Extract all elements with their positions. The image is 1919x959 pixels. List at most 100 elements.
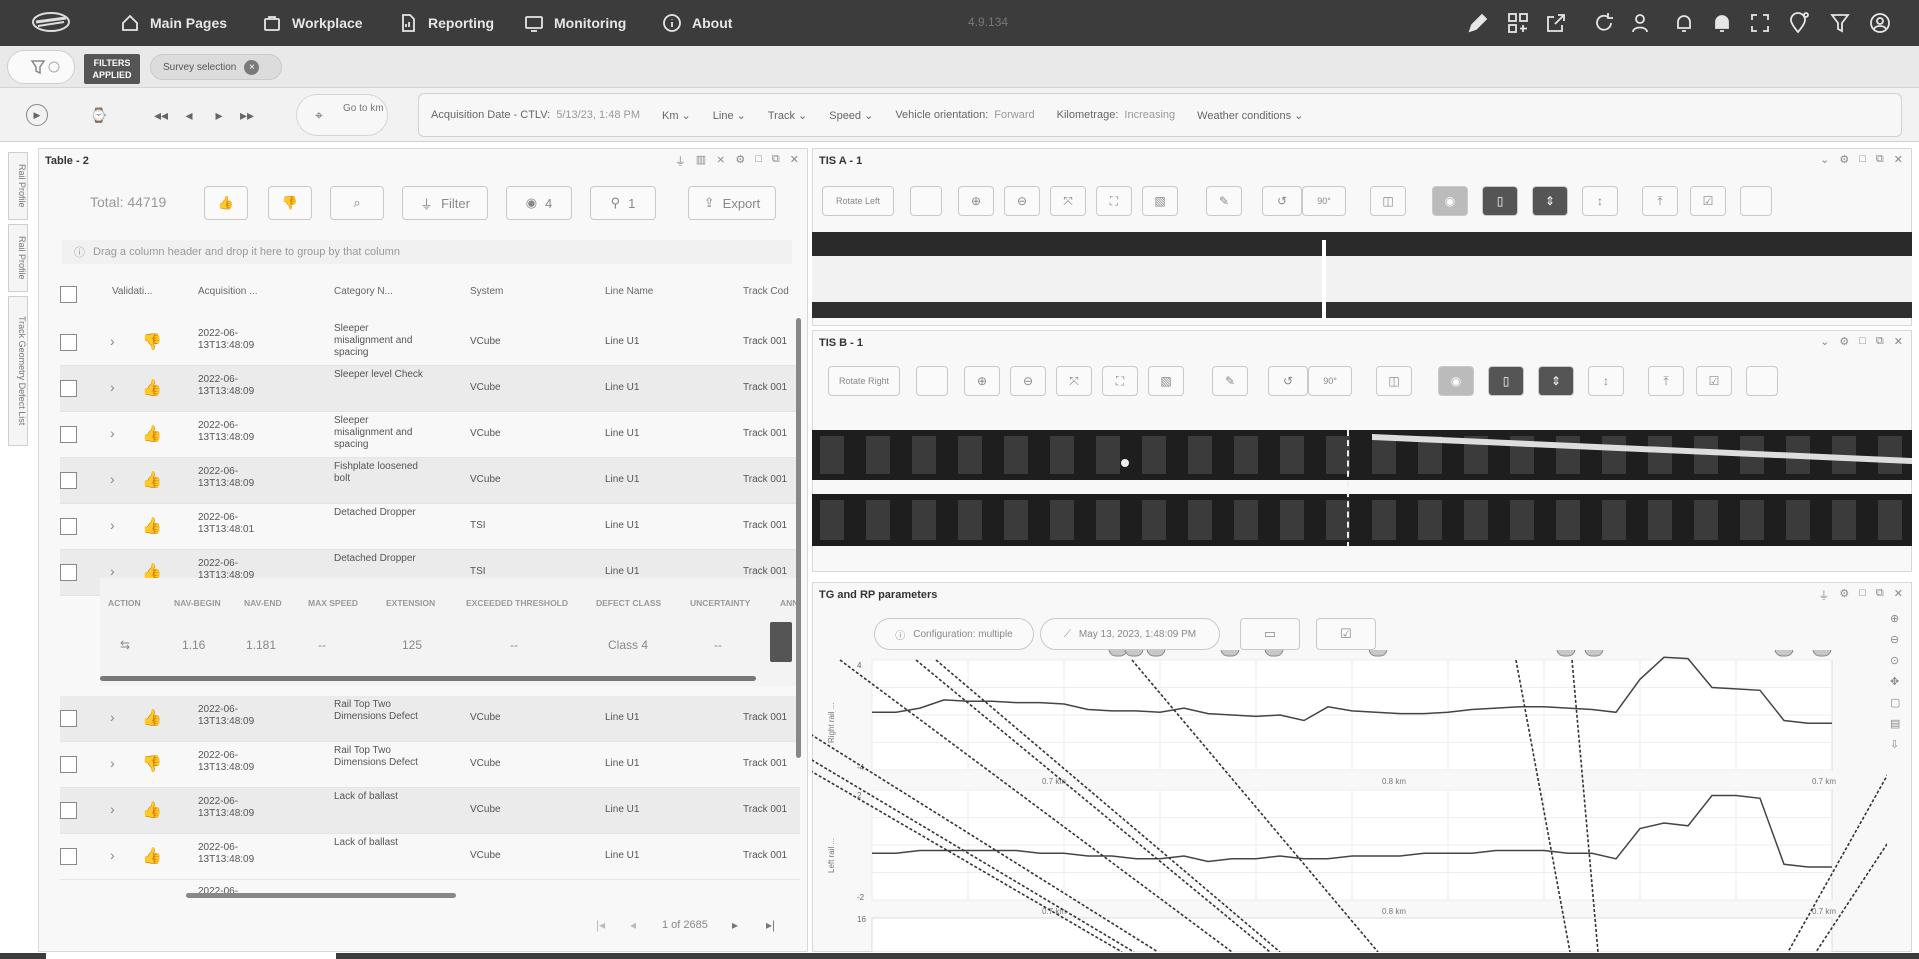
reject-button[interactable]: 👎 xyxy=(268,186,312,220)
filter-icon[interactable]: ⏚ xyxy=(675,153,686,169)
nav-main-pages[interactable]: Main Pages xyxy=(120,12,227,34)
first-page-button[interactable]: |◂ xyxy=(596,918,605,932)
next-page-button[interactable]: ▸ xyxy=(732,918,738,932)
tab-rail-profile-1[interactable]: Rail Profile xyxy=(8,152,28,220)
fit-button[interactable]: ⤧ xyxy=(1050,186,1086,216)
table-horizontal-scrollbar[interactable] xyxy=(186,893,456,898)
popout-icon[interactable]: ⧉ xyxy=(1876,153,1884,166)
table-row[interactable]: › 👍 2022-06-13T13:48:09 Sleeper misalignmen… xyxy=(60,412,800,458)
filter-icon[interactable] xyxy=(1828,11,1852,35)
step-forward-icon[interactable]: ▸ xyxy=(206,102,232,128)
thumbs-up-icon[interactable]: 👍 xyxy=(142,846,162,866)
row-checkbox[interactable] xyxy=(60,518,77,535)
zoom-out-button[interactable]: ⊖ xyxy=(1004,186,1040,216)
configuration-button[interactable]: ⓘ Configuration: multiple xyxy=(874,618,1034,650)
zoom-out-icon[interactable]: ⊖ xyxy=(1890,633,1910,646)
filter-icon[interactable]: ⏚ xyxy=(1818,587,1829,603)
line-dropdown[interactable]: Line ⌄ xyxy=(713,109,746,122)
zoom-reset-icon[interactable]: ⊙ xyxy=(1890,654,1910,667)
tis-a-cursor-line[interactable] xyxy=(1322,240,1326,318)
tis-b-cursor-line[interactable] xyxy=(1347,430,1349,548)
toggle-1-button[interactable]: ◉ xyxy=(1438,366,1474,396)
close-icon[interactable]: ✕ xyxy=(1894,153,1903,166)
col-header-category[interactable]: Category N... xyxy=(334,286,393,297)
row-checkbox[interactable] xyxy=(60,472,77,489)
refresh-icon[interactable] xyxy=(1592,11,1616,35)
popout-icon[interactable]: ⧉ xyxy=(772,153,780,169)
filter-toggle[interactable] xyxy=(7,50,75,84)
save-icon[interactable]: ▤ xyxy=(1890,717,1910,730)
expand-row-icon[interactable]: › xyxy=(110,709,115,725)
expand-row-icon[interactable]: › xyxy=(110,425,115,441)
chart-date-button[interactable]: ⟋ May 13, 2023, 1:48:09 PM xyxy=(1040,618,1220,650)
export-button[interactable]: ⇪ Export xyxy=(688,186,776,220)
play-circle-icon[interactable]: ▶ xyxy=(26,104,48,126)
prev-page-button[interactable]: ◂ xyxy=(630,918,636,932)
detail-horizontal-scrollbar[interactable] xyxy=(100,676,756,681)
km-dropdown[interactable]: Km ⌄ xyxy=(662,109,691,122)
split-button[interactable]: ◫ xyxy=(1370,186,1406,216)
row-checkbox[interactable] xyxy=(60,710,77,727)
location-icon[interactable] xyxy=(1786,11,1810,35)
pin-button[interactable]: ⚲ 1 xyxy=(590,186,656,220)
move-button[interactable]: ↕ xyxy=(1588,366,1624,396)
account-icon[interactable] xyxy=(1868,11,1892,35)
fast-backward-icon[interactable]: ◂◂ xyxy=(148,102,174,128)
thumbs-up-icon[interactable]: 👍 xyxy=(142,800,162,820)
collapse-icon[interactable]: ⌄ xyxy=(1820,335,1829,348)
col-header-validation[interactable]: Validati... xyxy=(112,286,152,297)
thumbs-down-icon[interactable]: 👎 xyxy=(142,332,162,352)
thumbs-up-icon[interactable]: 👍 xyxy=(142,516,162,536)
annotation-button[interactable] xyxy=(770,622,792,662)
maximize-icon[interactable]: □ xyxy=(1859,587,1866,603)
weather-dropdown[interactable]: Weather conditions ⌄ xyxy=(1197,109,1303,122)
blank-button-2[interactable] xyxy=(1740,186,1772,216)
step-backward-icon[interactable]: ◂ xyxy=(176,102,202,128)
rotate-cw-button[interactable]: 90° xyxy=(1308,366,1352,396)
split-button[interactable]: ◫ xyxy=(1376,366,1412,396)
download-icon[interactable]: ⇩ xyxy=(1890,738,1910,751)
maximize-icon[interactable]: □ xyxy=(1859,335,1866,348)
toggle-3-button[interactable]: ⇕ xyxy=(1532,186,1568,216)
expand-row-icon[interactable]: › xyxy=(110,379,115,395)
speed-dropdown[interactable]: Speed ⌄ xyxy=(829,109,873,122)
table-row[interactable]: › 👍 2022-06-13T13:48:09 Lack of ballast VCub… xyxy=(60,834,800,880)
zoom-in-icon[interactable]: ⊕ xyxy=(1890,612,1910,625)
popout-icon[interactable]: ⧉ xyxy=(1876,587,1884,603)
select-all-checkbox[interactable] xyxy=(60,286,77,303)
search-button[interactable]: ⌕ xyxy=(330,186,384,220)
clear-filter-icon[interactable]: ⨯ xyxy=(716,153,725,169)
track-dropdown[interactable]: Track ⌄ xyxy=(768,109,807,122)
col-header-system[interactable]: System xyxy=(470,286,503,297)
table-row[interactable]: › 👎 2022-06-13T13:48:09 Rail Top Two Dimens… xyxy=(60,742,800,788)
col-header-acquisition[interactable]: Acquisition ... xyxy=(198,286,257,297)
expand-row-icon[interactable]: › xyxy=(110,471,115,487)
approve-button[interactable]: 👍 xyxy=(204,186,248,220)
edit-icon[interactable] xyxy=(1466,11,1490,35)
expand-row-icon[interactable]: › xyxy=(110,847,115,863)
nav-workplace[interactable]: Workplace xyxy=(262,12,363,34)
notification-bell-icon[interactable] xyxy=(1710,11,1734,35)
toggle-3-button[interactable]: ⇕ xyxy=(1538,366,1574,396)
expand-row-icon[interactable]: › xyxy=(110,333,115,349)
zoom-in-button[interactable]: ⊕ xyxy=(964,366,1000,396)
expand-row-icon[interactable]: › xyxy=(110,801,115,817)
image-button[interactable]: ▧ xyxy=(1148,366,1184,396)
thumbs-down-icon[interactable]: 👎 xyxy=(142,754,162,774)
zoom-out-button[interactable]: ⊖ xyxy=(1010,366,1046,396)
settings-icon[interactable]: ⚙ xyxy=(1839,153,1849,166)
survey-selection-chip[interactable]: Survey selection × xyxy=(150,54,282,80)
annotate-button[interactable]: ✎ xyxy=(1212,366,1248,396)
tab-rail-profile-2[interactable]: Rail Profile xyxy=(8,224,28,292)
image-button[interactable]: ▧ xyxy=(1142,186,1178,216)
table-vertical-scrollbar[interactable] xyxy=(796,318,801,758)
row-checkbox[interactable] xyxy=(60,334,77,351)
rotate-ccw-button[interactable]: ↺ xyxy=(1268,366,1308,396)
table-row[interactable]: › 👍 2022-06-13T13:48:09 Lack of ballast VCub… xyxy=(60,788,800,834)
table-row[interactable]: › 👍 2022-06-13T13:48:01 Detached Dropper TSI… xyxy=(60,504,800,550)
expand-row-icon[interactable]: › xyxy=(110,517,115,533)
row-checkbox[interactable] xyxy=(60,756,77,773)
upload-button[interactable]: ⤒ xyxy=(1642,186,1678,216)
select-icon[interactable]: ▢ xyxy=(1890,696,1910,709)
expand-row-icon[interactable]: › xyxy=(110,563,115,579)
